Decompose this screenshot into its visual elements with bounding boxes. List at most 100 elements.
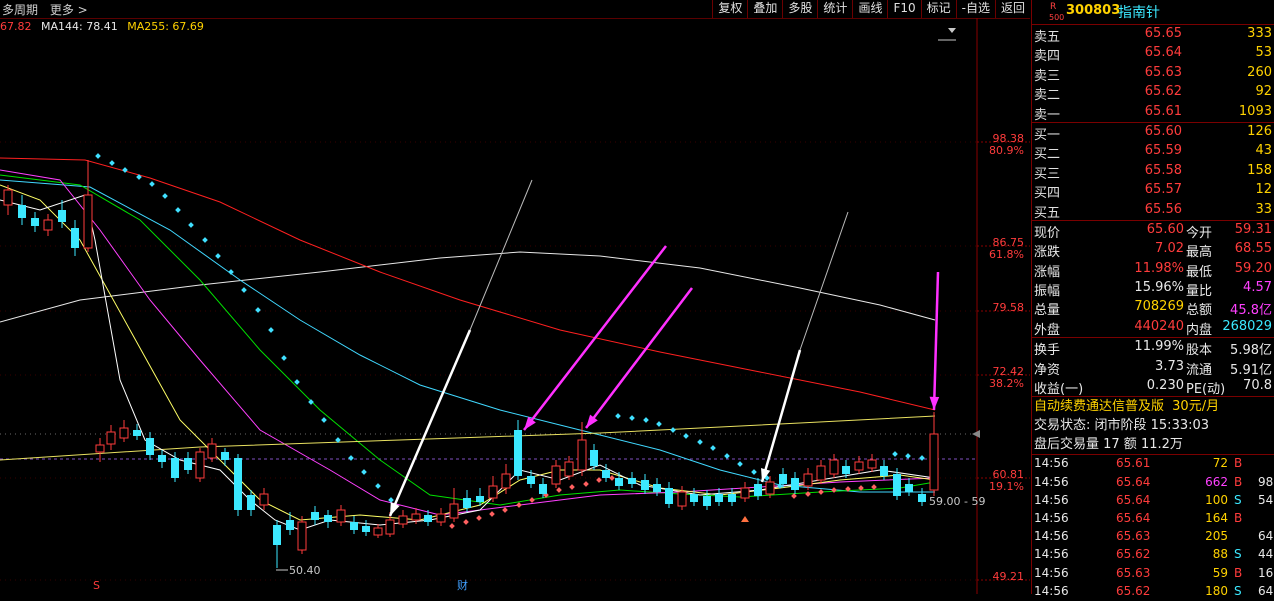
tick-list[interactable]: 14:56 65.61 72 B 14:56 65.64 662 B 98 14:56 65.64 1… [1032,455,1274,601]
asks-row[interactable]: 卖五 65.65 333 [1032,25,1274,45]
period-selector[interactable]: 多周期 [2,3,38,17]
ma60-line [0,174,936,506]
tick-price: 65.62 [1116,583,1151,598]
tick-time: 14:56 [1034,510,1069,525]
quote-value: 268029 [1222,318,1272,334]
candle-body-down [527,476,535,484]
toolbar-button-3[interactable]: 统计 [817,0,852,18]
tick-side: B [1234,456,1243,471]
low-price-label: 50.40 [289,564,321,577]
toolbar-button-8[interactable]: 返回 [994,0,1030,18]
fund-value: 5.91亿 [1230,362,1272,378]
sar-dot-up [348,455,354,461]
sar-dot-down [556,487,562,493]
candle-body-up [398,515,408,525]
candle-body-down [628,478,636,484]
tick-side: B [1234,565,1243,580]
quote-panel: R 500 300803 指南针 卖五 65.65 333 卖四 65.64 53 卖三 65… [1031,0,1274,598]
r-badge: R [1050,2,1057,12]
candle-body-up [43,219,53,231]
price-cursor-marker [972,430,980,438]
tick-row: 14:56 65.64 164 B [1032,510,1274,528]
sar-dot-up [361,469,367,475]
info-block: 自动续费通达信普及版 30元/月 交易状态: 闭市阶段 15:33:03 盘后交… [1032,397,1274,456]
sar-dot-up [643,417,649,423]
tick-side: S [1234,492,1242,507]
level-volume: 333 [1247,26,1272,41]
quote-label: 现价 [1034,225,1061,241]
candle-body-down [362,526,370,532]
tick-price: 65.61 [1116,456,1151,471]
quote-label: 振幅 [1034,284,1061,300]
toolbar-button-2[interactable]: 多股 [782,0,817,18]
bids-row[interactable]: 买二 65.59 43 [1032,142,1274,162]
marker-s: S [93,579,100,592]
sar-dot-down [818,489,824,495]
sar-dot-up [697,439,703,445]
level-volume: 260 [1247,64,1272,80]
stock-name[interactable]: 指南针 [1118,2,1160,22]
candle-body-up [373,527,383,536]
asks-row[interactable]: 卖一 65.61 1093 [1032,103,1274,123]
toolbar-button-7[interactable]: -自选 [955,0,995,18]
tick-time: 14:56 [1034,529,1069,544]
more-menu[interactable]: 更多 > [50,3,88,17]
quote-value: 708269 [1134,299,1184,315]
bids-row[interactable]: 买四 65.57 12 [1032,181,1274,201]
bids-row[interactable]: 买一 65.60 126 [1032,123,1274,143]
tick-time: 14:56 [1034,583,1069,598]
asks-row[interactable]: 卖二 65.62 92 [1032,83,1274,104]
sar-dot-down [502,507,508,513]
candle-body-up [259,493,269,506]
level-label: 卖二 [1034,88,1061,104]
level-price: 65.56 [1144,201,1182,217]
tick-time: 14:56 [1034,474,1069,489]
level-label: 买三 [1034,166,1061,182]
candle-body-up [449,503,459,519]
fund-row: 换手 11.99% 股本 5.98亿 [1032,338,1274,358]
sar-dot-up [919,455,925,461]
candle-body-up [436,513,446,523]
promo-row[interactable]: 自动续费通达信普及版 30元/月 [1032,397,1274,416]
toolbar-button-4[interactable]: 画线 [852,0,887,18]
bids-row[interactable]: 买五 65.56 33 [1032,201,1274,221]
pink-arrow-3-head [929,396,940,410]
candle-body-up [740,487,750,499]
level-price: 65.58 [1144,162,1182,178]
candle-body-up [207,443,217,459]
tick-time: 14:56 [1034,547,1069,562]
level-price: 65.57 [1144,182,1182,198]
toolbar-button-5[interactable]: F10 [887,0,920,18]
sar-dot-up [656,421,662,427]
sar-dot-up [228,269,234,275]
sar-dot-down [831,487,837,493]
fund-row: 净资 3.73 流通 5.91亿 [1032,358,1274,378]
sar-dot-down [516,502,522,508]
level-label: 卖四 [1034,49,1061,65]
quote-value: 68.55 [1234,241,1272,257]
candle-body-up [867,459,877,469]
quote-value: 440240 [1134,318,1184,334]
level-price: 65.63 [1144,64,1182,80]
tick-side: S [1234,583,1242,598]
level-volume: 43 [1255,143,1272,159]
tick-count: 64 [1258,583,1274,598]
candle-body-down [324,515,332,522]
asks-row[interactable]: 卖三 65.63 260 [1032,64,1274,84]
bids-row[interactable]: 买三 65.58 158 [1032,162,1274,182]
fund-value: 3.73 [1155,358,1184,374]
candle-body-down [893,474,901,496]
sar-dot-up [710,445,716,451]
toolbar-button-6[interactable]: 标记 [920,0,956,18]
stock-code[interactable]: 300803 [1066,3,1120,18]
level-label: 买一 [1034,127,1061,143]
candle-body-down [350,522,358,530]
asks-row[interactable]: 卖四 65.64 53 [1032,44,1274,65]
toolbar-button-1[interactable]: 叠加 [747,0,782,18]
candle-body-up [551,465,561,485]
fund-label: 流通 [1186,362,1213,378]
kline-chart[interactable]: 98.3880.9%86.7561.8%79.5872.4238.2%60.81… [0,18,1030,594]
sar-dot-up [321,417,327,423]
candle-body-down [641,480,649,490]
toolbar-button-0[interactable]: 复权 [712,0,747,18]
